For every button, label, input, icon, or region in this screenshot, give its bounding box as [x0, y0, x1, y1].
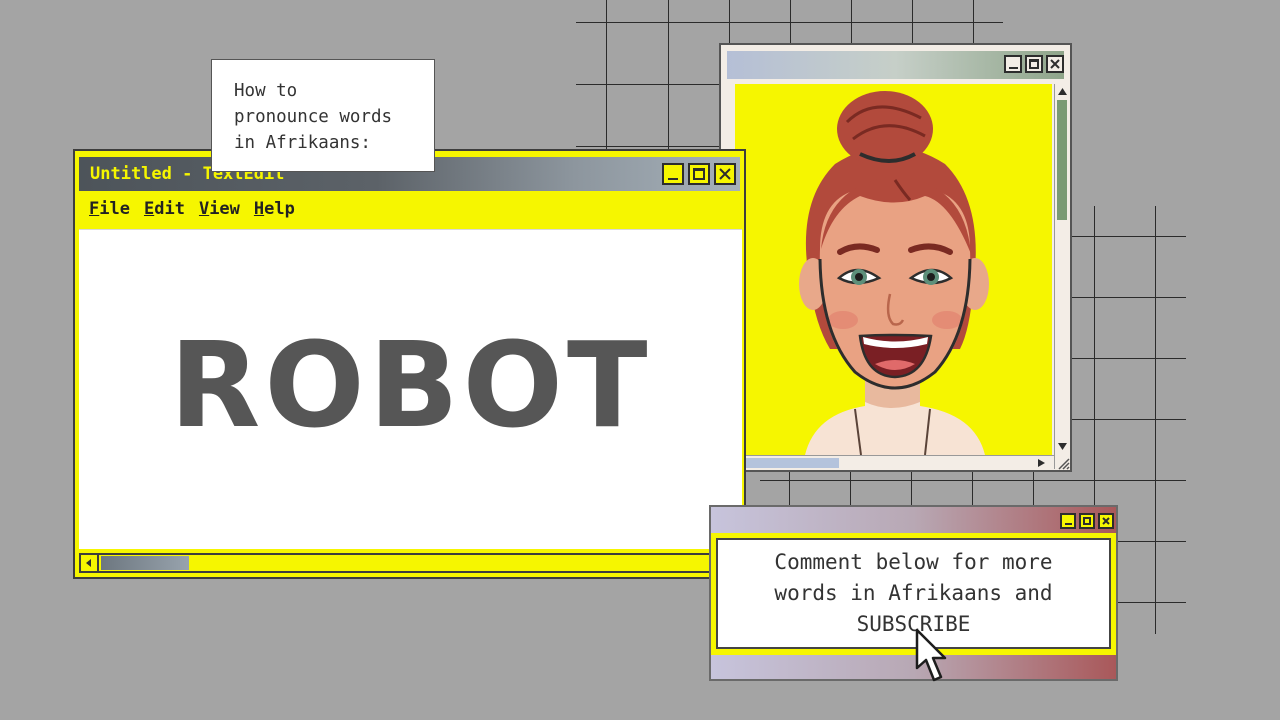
scroll-left-button[interactable] [81, 555, 99, 571]
menu-view[interactable]: View [199, 199, 240, 219]
window-controls [1004, 55, 1064, 73]
scroll-thumb[interactable] [101, 556, 189, 570]
textedit-window: Untitled - TextEdit File Edit View Help … [73, 149, 746, 579]
menu-view-label: iew [209, 199, 240, 219]
document-word: ROBOT [169, 316, 652, 454]
minimize-button[interactable] [662, 163, 684, 185]
menu-bar: File Edit View Help [89, 199, 295, 219]
menu-file-accelerator: F [89, 199, 100, 219]
subscribe-link[interactable]: SUBSCRIBE [857, 609, 971, 640]
minimize-button[interactable] [1060, 513, 1076, 529]
menu-file-label: ile [99, 199, 130, 219]
subscribe-message: Comment below for more words in Afrikaan… [716, 538, 1111, 649]
scroll-thumb[interactable] [735, 458, 839, 468]
menu-help[interactable]: Help [254, 199, 295, 219]
mouse-pointer-icon [915, 628, 947, 682]
menu-help-label: elp [264, 199, 295, 219]
avatar-canvas [735, 84, 1052, 455]
minimize-button[interactable] [1004, 55, 1022, 73]
window-controls [1060, 513, 1114, 529]
menu-help-accelerator: H [253, 199, 265, 219]
close-icon [1102, 517, 1110, 525]
caption-card: How to pronounce words in Afrikaans: [211, 59, 435, 172]
maximize-icon [693, 168, 705, 180]
maximize-button[interactable] [688, 163, 710, 185]
maximize-button[interactable] [1079, 513, 1095, 529]
close-button[interactable] [1046, 55, 1064, 73]
scroll-right-arrow-icon [1038, 459, 1045, 467]
menu-edit[interactable]: Edit [144, 199, 185, 219]
menu-view-accelerator: V [198, 199, 210, 219]
horizontal-scrollbar[interactable] [735, 455, 1054, 469]
avatar-window [719, 43, 1072, 472]
maximize-button[interactable] [1025, 55, 1043, 73]
caption-line: pronounce words [234, 107, 393, 127]
minimize-icon [668, 178, 678, 180]
close-icon [719, 168, 731, 180]
subscribe-window: Comment below for more words in Afrikaan… [709, 505, 1118, 681]
caption-line: in Afrikaans: [234, 133, 371, 153]
vertical-scrollbar[interactable] [1054, 84, 1069, 469]
menu-edit-accelerator: E [143, 199, 155, 219]
scroll-up-arrow-icon [1058, 88, 1067, 95]
scroll-left-arrow-icon [86, 559, 91, 567]
window-controls [662, 163, 736, 185]
subscribe-footer-bar [711, 655, 1116, 679]
document-area[interactable]: ROBOT [79, 229, 742, 549]
avatar-titlebar[interactable] [727, 51, 1064, 79]
menu-file[interactable]: File [89, 199, 130, 219]
scroll-thumb[interactable] [1057, 100, 1067, 220]
resize-grip-icon[interactable] [1056, 456, 1070, 470]
maximize-icon [1029, 59, 1039, 69]
maximize-icon [1083, 517, 1091, 525]
close-icon [1050, 59, 1060, 69]
menu-edit-label: dit [154, 199, 185, 219]
avatar-image [799, 91, 989, 455]
scroll-down-arrow-icon [1058, 443, 1067, 450]
horizontal-scrollbar[interactable] [79, 553, 742, 573]
close-button[interactable] [1098, 513, 1114, 529]
caption-line: How to [234, 81, 298, 101]
subscribe-titlebar[interactable] [711, 507, 1116, 533]
close-button[interactable] [714, 163, 736, 185]
message-line: Comment below for more [774, 550, 1053, 574]
message-line: words in Afrikaans and [774, 581, 1053, 605]
minimize-icon [1065, 523, 1072, 525]
minimize-icon [1009, 67, 1018, 69]
